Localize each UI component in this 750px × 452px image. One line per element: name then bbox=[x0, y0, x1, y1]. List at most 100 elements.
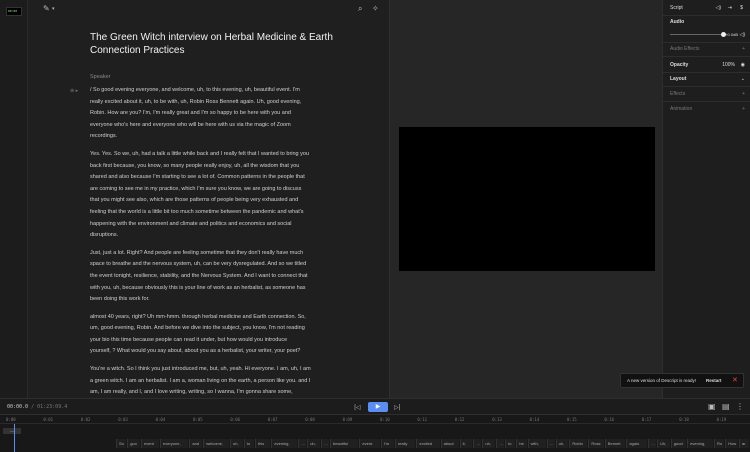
animation-label: Animation bbox=[670, 106, 693, 112]
speaker-label[interactable]: Speaker bbox=[90, 74, 111, 80]
timeline[interactable]: 0:00 0:01 0:02 0:03 0:04 0:05 0:06 0:07 0:08 0:09… bbox=[0, 415, 750, 452]
timeline-word[interactable]: … bbox=[473, 439, 482, 448]
eye-icon[interactable]: ◉ bbox=[741, 62, 745, 68]
audio-effects-label: Audio Effects bbox=[670, 46, 700, 52]
timeline-word[interactable]: about bbox=[440, 439, 459, 448]
update-message: A new version of Descript is ready! bbox=[627, 378, 697, 383]
scene-strip: 00:00 bbox=[0, 0, 28, 398]
timeline-word[interactable]: ar bbox=[739, 439, 750, 448]
chevron-down-icon[interactable]: ⌄ bbox=[741, 76, 745, 82]
skip-icon[interactable]: ⇥ bbox=[728, 5, 732, 11]
add-effect-icon[interactable]: + bbox=[742, 91, 745, 97]
ruler-tick: 0:12 bbox=[454, 417, 465, 422]
restart-button[interactable]: Restart bbox=[706, 378, 722, 383]
transcript-body[interactable]: / So good evening everyone, and welcome,… bbox=[90, 85, 368, 398]
timeline-word[interactable]: evening, bbox=[687, 439, 713, 448]
timeline-word[interactable]: uh, bbox=[307, 439, 320, 448]
timeline-word[interactable]: again. bbox=[626, 439, 647, 448]
ruler-tick: 0:09 bbox=[342, 417, 353, 422]
script-editor[interactable]: ✎ ▾ ⌕ ✧ The Green Witch interview on Her… bbox=[28, 0, 389, 398]
skip-forward-icon[interactable]: ▷| bbox=[394, 404, 401, 412]
timeline-word[interactable]: … bbox=[298, 439, 307, 448]
timeline-word[interactable]: … bbox=[496, 439, 505, 448]
chevron-down-icon[interactable]: ▾ bbox=[52, 5, 55, 13]
timeline-word[interactable]: I'm bbox=[381, 439, 394, 448]
timeline-word[interactable]: to bbox=[505, 439, 516, 448]
play-button[interactable]: ▶ bbox=[368, 402, 388, 412]
ruler-tick: 0:00 bbox=[6, 417, 16, 422]
skip-back-icon[interactable]: |◁ bbox=[354, 404, 361, 412]
scene-thumbnail[interactable]: 00:00 bbox=[6, 7, 22, 16]
storyboard-icon[interactable]: ▣ bbox=[708, 403, 716, 411]
timeline-word[interactable]: Bennet bbox=[604, 439, 626, 448]
opacity-value[interactable]: 100% bbox=[722, 62, 735, 68]
track-label[interactable]: — bbox=[3, 428, 21, 434]
search-icon[interactable]: ⌕ bbox=[358, 5, 362, 13]
transcript-paragraph[interactable]: Yes. Yes. So we, uh, had a talk a little… bbox=[90, 149, 368, 242]
timeline-word[interactable]: really bbox=[394, 439, 416, 448]
timeline-word[interactable]: event bbox=[141, 439, 159, 448]
document-title[interactable]: The Green Witch interview on Herbal Medi… bbox=[90, 31, 370, 57]
transcript-paragraph[interactable]: You're a witch. So I think you just intr… bbox=[90, 364, 368, 398]
paragraph-handle-icon[interactable]: ⊕ ▸ bbox=[70, 88, 78, 94]
add-audio-effect-icon[interactable]: + bbox=[742, 46, 745, 52]
timeline-word[interactable]: uh, bbox=[555, 439, 569, 448]
timeline-word[interactable]: goo bbox=[127, 439, 140, 448]
speaker-icon[interactable]: ◁) bbox=[715, 5, 721, 11]
add-animation-icon[interactable]: + bbox=[742, 106, 745, 112]
timeline-word[interactable]: … bbox=[648, 439, 656, 448]
more-options-icon[interactable]: ⋮ bbox=[736, 403, 744, 411]
timeline-word[interactable]: How bbox=[725, 439, 738, 448]
ruler-tick: 0:17 bbox=[641, 417, 652, 422]
timeline-word[interactable]: good bbox=[670, 439, 687, 448]
mute-icon[interactable]: ◁) bbox=[739, 32, 745, 38]
ruler-tick: 0:05 bbox=[193, 417, 203, 422]
timeline-toggle-icon[interactable]: ▤ bbox=[722, 403, 730, 411]
timeline-word[interactable]: Ro bbox=[714, 439, 725, 448]
pen-tool-icon[interactable]: ✎ bbox=[43, 5, 50, 13]
timeline-word[interactable]: uh, bbox=[482, 439, 496, 448]
timeline-word[interactable]: So bbox=[116, 439, 127, 448]
timeline-word[interactable]: uh, bbox=[230, 439, 243, 448]
timeline-word[interactable]: Uh, bbox=[657, 439, 670, 448]
update-notification: A new version of Descript is ready! Rest… bbox=[620, 373, 744, 388]
timeline-word[interactable]: Ross bbox=[588, 439, 604, 448]
timeline-word[interactable]: be bbox=[516, 439, 527, 448]
tab-script[interactable]: Script bbox=[670, 5, 683, 11]
timeline-word[interactable]: and bbox=[189, 439, 203, 448]
timeline-word[interactable]: Robin bbox=[569, 439, 588, 448]
timeline-word[interactable]: beautiful bbox=[330, 439, 359, 448]
timeline-word[interactable]: … bbox=[321, 439, 329, 448]
play-icon: ▶ bbox=[375, 404, 381, 410]
timeline-word[interactable]: to bbox=[243, 439, 254, 448]
volume-slider[interactable] bbox=[670, 34, 726, 35]
scene-thumbnail-text: 00:00 bbox=[8, 9, 18, 13]
layout-label: Layout bbox=[670, 76, 687, 82]
timeline-word[interactable]: welcome, bbox=[203, 439, 229, 448]
ruler-tick: 0:01 bbox=[43, 417, 54, 422]
timeline-word[interactable]: excited bbox=[416, 439, 440, 448]
dollar-icon[interactable]: $ bbox=[740, 5, 743, 11]
timeline-word[interactable]: event. bbox=[359, 439, 380, 448]
timeline-ruler[interactable]: 0:00 0:01 0:02 0:03 0:04 0:05 0:06 0:07 0:08 0:09… bbox=[0, 415, 750, 424]
ruler-tick: 0:08 bbox=[305, 417, 315, 422]
timeline-word[interactable]: this bbox=[255, 439, 271, 448]
timeline-word[interactable]: … bbox=[546, 439, 555, 448]
sparkle-icon[interactable]: ✧ bbox=[372, 5, 379, 13]
timeline-word[interactable]: evening, bbox=[271, 439, 298, 448]
ruler-tick: 0:04 bbox=[155, 417, 166, 422]
properties-panel: Script ◁) ⇥ $ Audio +0.0dB ◁) Audio Effe… bbox=[662, 0, 750, 398]
timeline-word[interactable]: everyone, bbox=[160, 439, 189, 448]
transcript-paragraph[interactable]: almost 40 years, right? Uh mm-hmm. throu… bbox=[90, 312, 368, 358]
ruler-tick: 0:13 bbox=[492, 417, 502, 422]
transcript-paragraph[interactable]: / So good evening everyone, and welcome,… bbox=[90, 85, 368, 143]
timeline-word[interactable]: it, bbox=[459, 439, 473, 448]
ruler-tick: 0:16 bbox=[604, 417, 615, 422]
playhead[interactable] bbox=[14, 424, 15, 452]
editor-toolbar: ✎ ▾ ⌕ ✧ bbox=[28, 0, 389, 18]
timeline-word[interactable]: with, bbox=[527, 439, 546, 448]
transcript-paragraph[interactable]: Just, just a lot. Right? And people are … bbox=[90, 248, 368, 306]
video-preview-area bbox=[389, 0, 662, 398]
close-icon[interactable]: ✕ bbox=[732, 376, 738, 384]
video-canvas[interactable] bbox=[399, 127, 655, 271]
